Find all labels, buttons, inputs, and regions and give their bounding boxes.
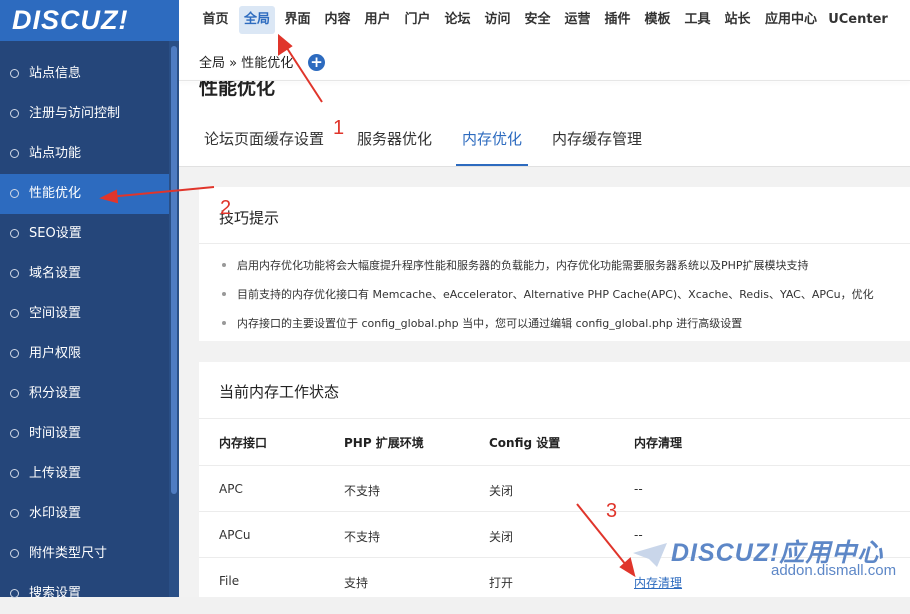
tab-memory-cache-management[interactable]: 内存缓存管理 xyxy=(552,128,642,166)
table-cell: 关闭 xyxy=(489,484,514,498)
paper-plane-icon xyxy=(633,543,667,567)
table-cell: 打开 xyxy=(489,576,514,590)
sidebar-item-performance[interactable]: 性能优化 xyxy=(0,174,169,214)
divider xyxy=(199,243,910,244)
sidebar-item-site-info[interactable]: 站点信息 xyxy=(0,54,169,94)
topnav-item-operation[interactable]: 运营 xyxy=(560,6,595,34)
topnav-item-app-center[interactable]: 应用中心 xyxy=(763,6,819,34)
sidebar-item-domain[interactable]: 域名设置 xyxy=(0,254,169,294)
sidebar: 站点信息 注册与访问控制 站点功能 性能优化 SEO设置 域名设置 空间设置 用… xyxy=(0,41,179,601)
sidebar-item-watermark[interactable]: 水印设置 xyxy=(0,494,169,534)
discuz-watermark: DISCUZ!应用中心 addon.dismall.com xyxy=(633,533,907,588)
table-cell: 支持 xyxy=(344,576,369,590)
table-cell: 不支持 xyxy=(344,484,381,498)
circle-icon xyxy=(10,269,19,278)
sidebar-item-register-access[interactable]: 注册与访问控制 xyxy=(0,94,169,134)
circle-icon xyxy=(10,389,19,398)
circle-icon xyxy=(10,349,19,358)
column-header-interface: 内存接口 xyxy=(219,436,268,450)
bullet-icon xyxy=(222,292,226,296)
table-cell: -- xyxy=(634,482,643,496)
table-cell: File xyxy=(219,574,240,588)
status-title: 当前内存工作状态 xyxy=(219,383,340,401)
topnav-item-template[interactable]: 模板 xyxy=(640,6,675,34)
breadcrumb: 全局 » 性能优化 xyxy=(199,56,294,71)
tip-item: 启用内存优化功能将会大幅度提升程序性能和服务器的负载能力，内存优化功能需要服务器… xyxy=(237,259,809,272)
circle-icon xyxy=(10,549,19,558)
add-shortcut-icon[interactable]: + xyxy=(308,54,325,71)
annotation-number-3: 3 xyxy=(606,500,618,522)
topnav-item-global[interactable]: 全局 xyxy=(239,6,275,34)
sidebar-item-site-features[interactable]: 站点功能 xyxy=(0,134,169,174)
divider xyxy=(199,465,910,466)
bullet-icon xyxy=(222,263,226,267)
table-cell: APC xyxy=(219,482,243,496)
top-nav: 首页 全局 界面 内容 用户 门户 论坛 访问 安全 运营 插件 模板 工具 站… xyxy=(179,0,910,42)
topnav-item-home[interactable]: 首页 xyxy=(198,6,233,34)
topnav-item-tools[interactable]: 工具 xyxy=(680,6,715,34)
watermark-url: addon.dismall.com xyxy=(771,562,897,579)
topnav-item-portal[interactable]: 门户 xyxy=(400,6,435,34)
table-cell: APCu xyxy=(219,528,251,542)
tab-memory-optimization[interactable]: 内存优化 xyxy=(456,128,529,166)
divider xyxy=(199,511,910,512)
circle-icon xyxy=(10,109,19,118)
column-header-memory-clean: 内存清理 xyxy=(634,436,683,450)
topnav-item-forum[interactable]: 论坛 xyxy=(440,6,475,34)
circle-icon xyxy=(10,189,19,198)
circle-icon xyxy=(10,509,19,518)
circle-icon xyxy=(10,309,19,318)
tip-item: 目前支持的内存优化接口有 Memcache、eAccelerator、Alter… xyxy=(237,288,874,301)
topnav-item-webmaster[interactable]: 站长 xyxy=(720,6,755,34)
topnav-item-content[interactable]: 内容 xyxy=(320,6,355,34)
circle-icon xyxy=(10,149,19,158)
tab-server-optimization[interactable]: 服务器优化 xyxy=(357,128,432,166)
sidebar-item-seo[interactable]: SEO设置 xyxy=(0,214,169,254)
column-header-php-extension: PHP 扩展环境 xyxy=(344,436,424,450)
sidebar-item-attachment-types[interactable]: 附件类型尺寸 xyxy=(0,534,169,574)
column-header-config: Config 设置 xyxy=(489,436,561,450)
breadcrumb-divider xyxy=(179,80,910,81)
sidebar-item-upload[interactable]: 上传设置 xyxy=(0,454,169,494)
bullet-icon xyxy=(222,321,226,325)
table-cell: 关闭 xyxy=(489,530,514,544)
circle-icon xyxy=(10,229,19,238)
divider xyxy=(199,418,910,419)
topnav-item-interface[interactable]: 界面 xyxy=(280,6,315,34)
topnav-item-visit[interactable]: 访问 xyxy=(480,6,515,34)
sidebar-scrollbar-thumb[interactable] xyxy=(171,46,177,494)
sidebar-item-time[interactable]: 时间设置 xyxy=(0,414,169,454)
sidebar-item-space[interactable]: 空间设置 xyxy=(0,294,169,334)
discuz-logo[interactable]: DISCUZ! xyxy=(0,0,179,41)
topnav-item-security[interactable]: 安全 xyxy=(520,6,555,34)
annotation-number-1: 1 xyxy=(333,117,345,139)
topnav-item-ucenter[interactable]: UCenter xyxy=(827,6,889,34)
sidebar-item-search[interactable]: 搜索设置 xyxy=(0,574,169,614)
circle-icon xyxy=(10,429,19,438)
tips-panel: 技巧提示 启用内存优化功能将会大幅度提升程序性能和服务器的负载能力，内存优化功能… xyxy=(199,187,910,341)
sidebar-item-credits[interactable]: 积分设置 xyxy=(0,374,169,414)
annotation-number-2: 2 xyxy=(220,197,232,219)
circle-icon xyxy=(10,469,19,478)
table-cell: 不支持 xyxy=(344,530,381,544)
tip-item: 内存接口的主要设置位于 config_global.php 当中，您可以通过编辑… xyxy=(237,317,743,330)
sidebar-item-user-permissions[interactable]: 用户权限 xyxy=(0,334,169,374)
topnav-item-plugin[interactable]: 插件 xyxy=(600,6,635,34)
tab-forum-page-cache[interactable]: 论坛页面缓存设置 xyxy=(204,128,324,166)
circle-icon xyxy=(10,69,19,78)
topnav-item-user[interactable]: 用户 xyxy=(360,6,395,34)
